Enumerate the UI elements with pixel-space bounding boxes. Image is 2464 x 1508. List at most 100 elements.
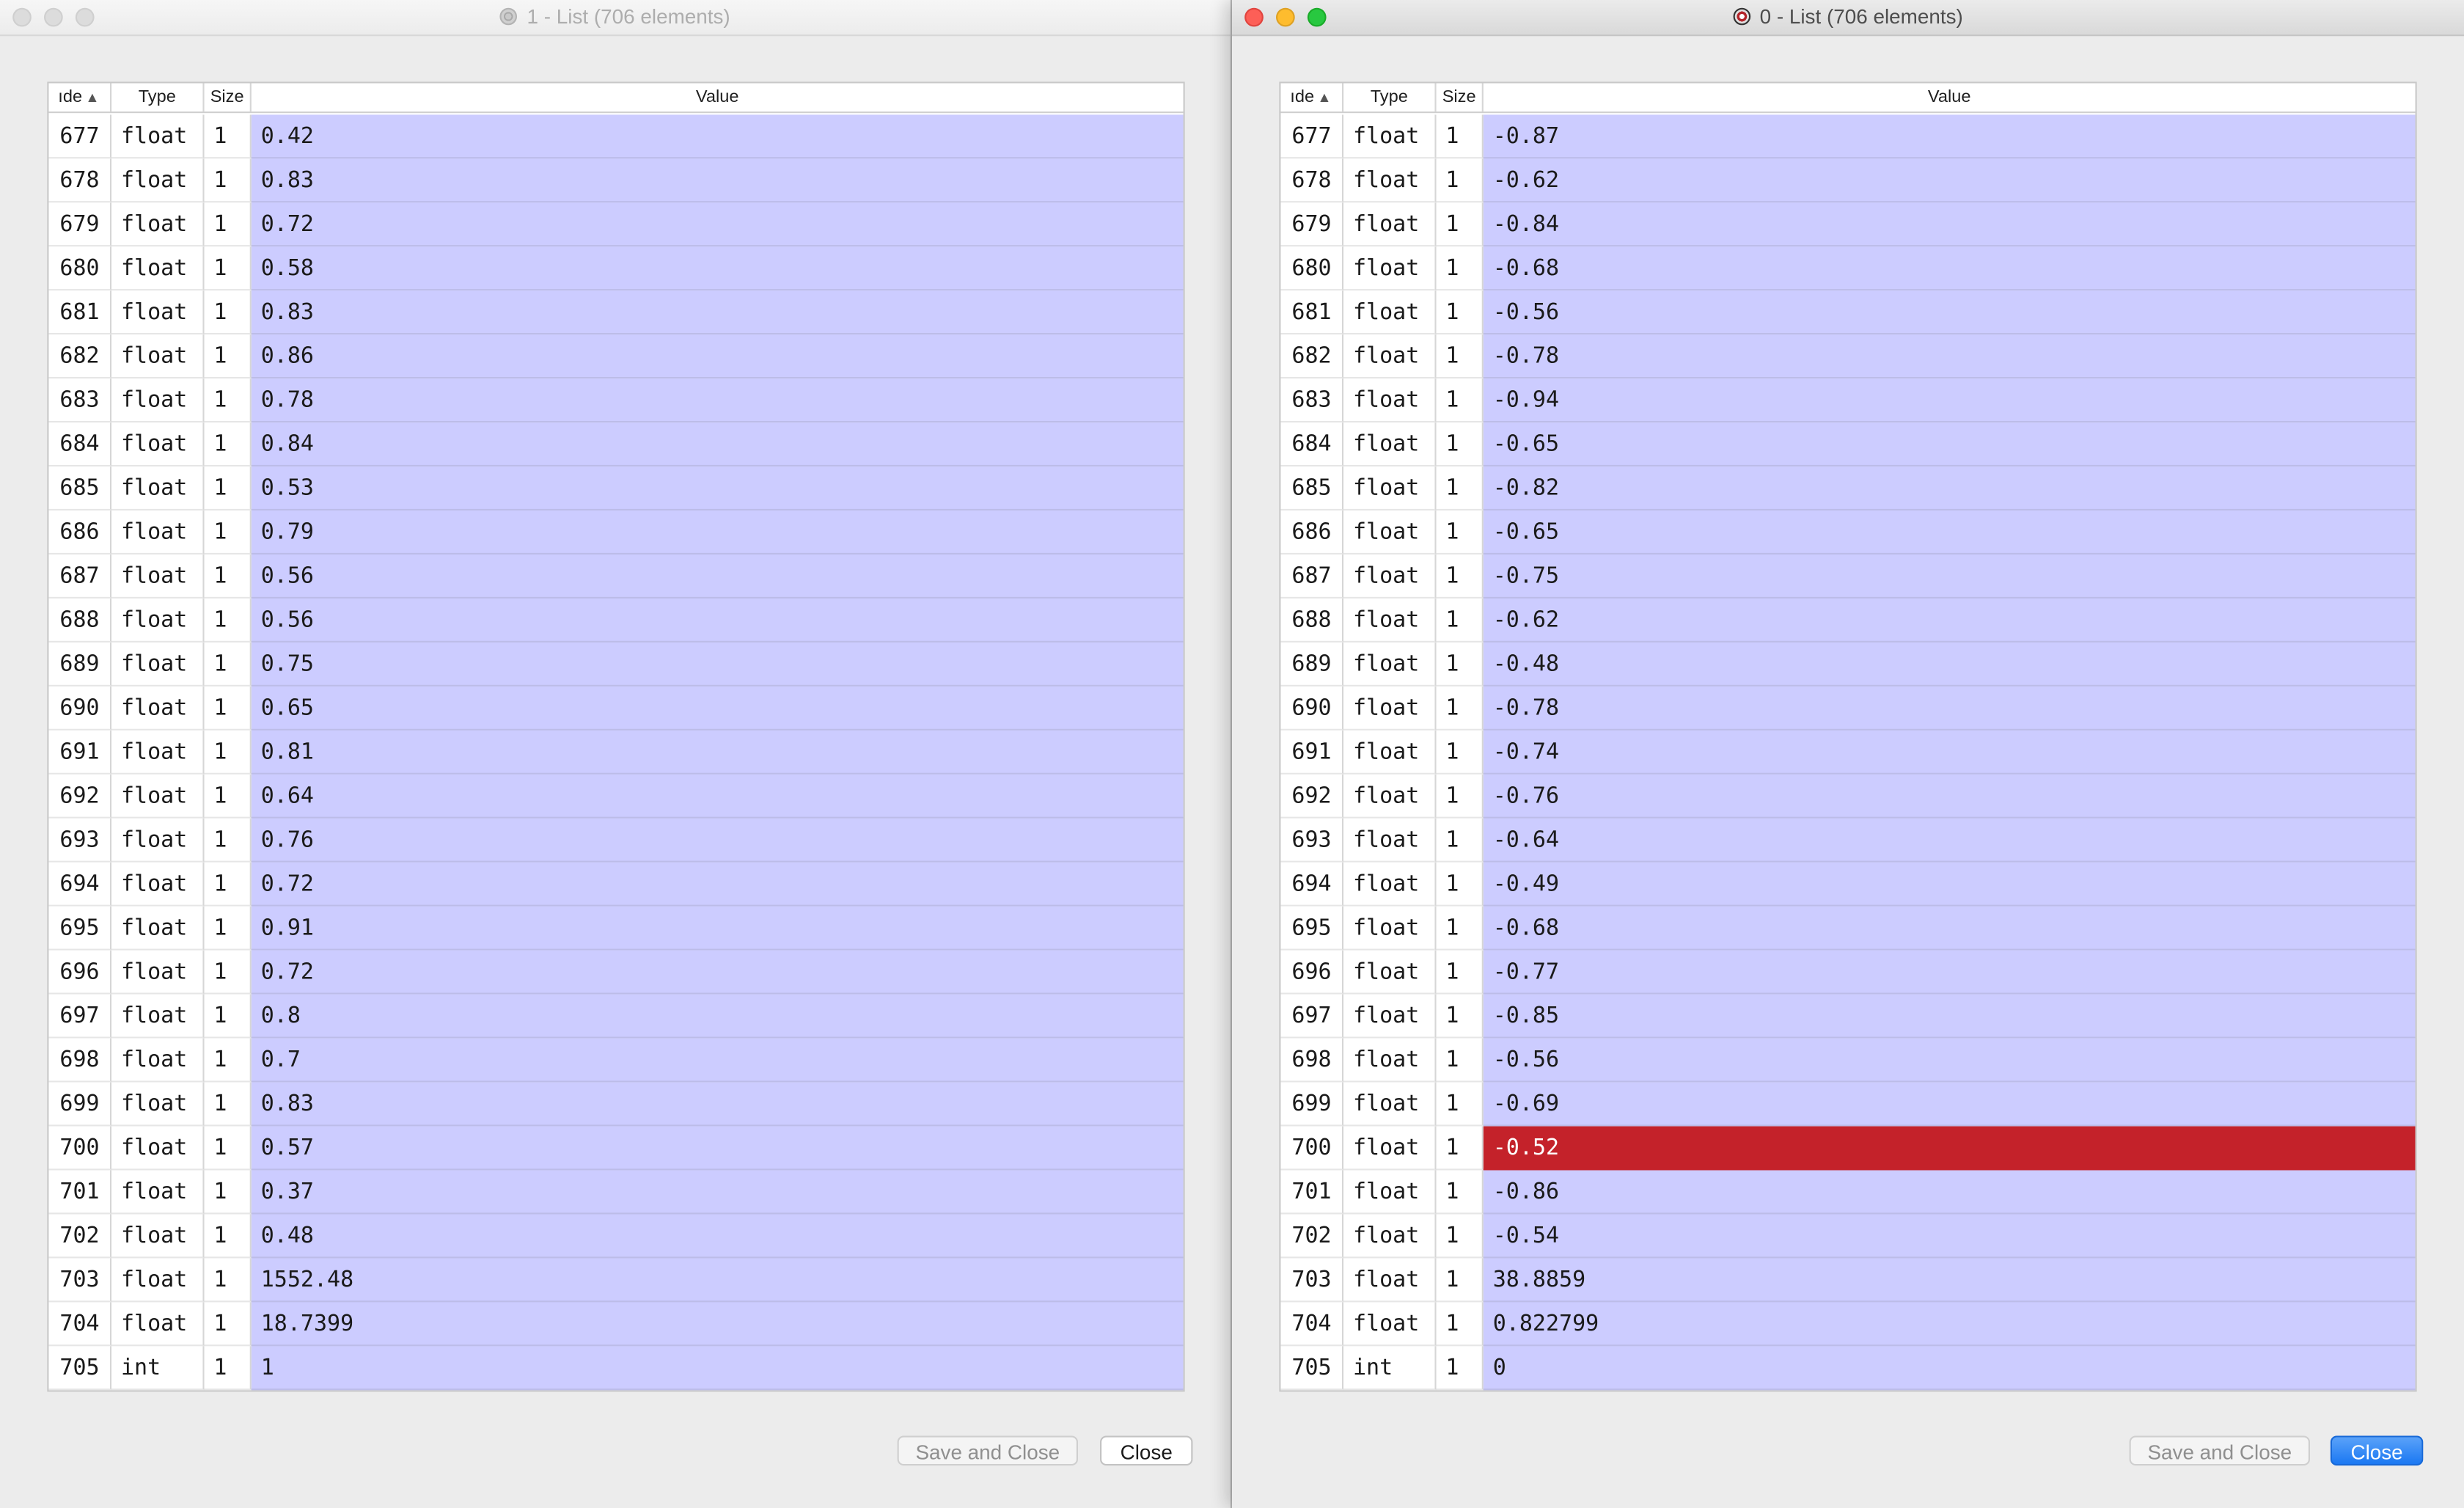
table-row[interactable]: 698 float 1 0.7 [48,1038,1184,1083]
close-button[interactable]: Close [1100,1435,1193,1466]
column-header-type[interactable]: Type [1343,83,1437,112]
table-row[interactable]: 705 int 1 1 [48,1346,1184,1391]
cell-value[interactable]: 0.84 [251,422,1184,467]
table-row[interactable]: 704 float 1 18.7399 [48,1302,1184,1347]
table-row[interactable]: 687 float 1 0.56 [48,554,1184,599]
cell-value[interactable]: -0.68 [1483,246,2416,291]
cell-value[interactable]: -0.62 [1483,598,2416,643]
table-row[interactable]: 702 float 1 0.48 [48,1214,1184,1259]
cell-value[interactable]: -0.85 [1483,994,2416,1039]
column-header-index[interactable]: ıde ▲ [1280,83,1344,112]
table-row[interactable]: 683 float 1 -0.94 [1280,378,2416,423]
cell-value[interactable]: 0.86 [251,334,1184,379]
cell-value[interactable]: -0.86 [1483,1170,2416,1215]
column-header-index[interactable]: ıde ▲ [48,83,112,112]
cell-value[interactable]: -0.65 [1483,510,2416,555]
cell-value[interactable]: 18.7399 [251,1302,1184,1347]
table-row[interactable]: 688 float 1 0.56 [48,598,1184,643]
cell-value[interactable]: 0.64 [251,774,1184,819]
title-bar[interactable]: 1 - List (706 elements) [0,0,1231,37]
cell-value[interactable]: 0.91 [251,906,1184,951]
cell-value[interactable]: 0.822799 [1483,1302,2416,1347]
table-row[interactable]: 699 float 1 -0.69 [1280,1082,2416,1127]
column-header-size[interactable]: Size [205,83,252,112]
table-row[interactable]: 705 int 1 0 [1280,1346,2416,1391]
cell-value[interactable]: 0.48 [251,1214,1184,1259]
cell-value[interactable]: -0.75 [1483,554,2416,599]
table-row[interactable]: 686 float 1 0.79 [48,510,1184,555]
table-row[interactable]: 681 float 1 -0.56 [1280,290,2416,335]
cell-value[interactable]: 0.8 [251,994,1184,1039]
table-row[interactable]: 680 float 1 0.58 [48,246,1184,291]
table-row[interactable]: 687 float 1 -0.75 [1280,554,2416,599]
table-row[interactable]: 677 float 1 0.42 [48,114,1184,159]
table-row[interactable]: 689 float 1 -0.48 [1280,642,2416,687]
table-row[interactable]: 694 float 1 0.72 [48,862,1184,907]
cell-value[interactable]: 0.81 [251,730,1184,775]
table-row[interactable]: 690 float 1 -0.78 [1280,686,2416,731]
table-row[interactable]: 684 float 1 0.84 [48,422,1184,467]
table-row[interactable]: 678 float 1 0.83 [48,158,1184,203]
table-row[interactable]: 693 float 1 -0.64 [1280,818,2416,863]
cell-value[interactable]: 0.58 [251,246,1184,291]
save-and-close-button[interactable]: Save and Close [2129,1435,2310,1466]
cell-value[interactable]: 0.37 [251,1170,1184,1215]
table-row[interactable]: 685 float 1 0.53 [48,466,1184,511]
table-row[interactable]: 695 float 1 0.91 [48,906,1184,951]
table-row[interactable]: 691 float 1 -0.74 [1280,730,2416,775]
table-row[interactable]: 702 float 1 -0.54 [1280,1214,2416,1259]
cell-value[interactable]: 0.56 [251,554,1184,599]
cell-value[interactable]: -0.74 [1483,730,2416,775]
cell-value[interactable]: 0.7 [251,1038,1184,1083]
table-row[interactable]: 701 float 1 0.37 [48,1170,1184,1215]
cell-value[interactable]: -0.87 [1483,114,2416,159]
table-row[interactable]: 700 float 1 0.57 [48,1126,1184,1171]
cell-value[interactable]: 38.8859 [1483,1258,2416,1303]
cell-value[interactable]: -0.48 [1483,642,2416,687]
table-row[interactable]: 695 float 1 -0.68 [1280,906,2416,951]
cell-value[interactable]: -0.78 [1483,686,2416,731]
cell-value[interactable]: 0.83 [251,1082,1184,1127]
cell-value[interactable]: 0.57 [251,1126,1184,1171]
cell-value[interactable]: -0.64 [1483,818,2416,863]
table-row[interactable]: 680 float 1 -0.68 [1280,246,2416,291]
cell-value[interactable]: -0.62 [1483,158,2416,203]
cell-value[interactable]: -0.65 [1483,422,2416,467]
table-row[interactable]: 703 float 1 38.8859 [1280,1258,2416,1303]
table-row[interactable]: 698 float 1 -0.56 [1280,1038,2416,1083]
cell-value[interactable]: 0.83 [251,158,1184,203]
cell-value[interactable]: 0.42 [251,114,1184,159]
cell-value[interactable]: -0.56 [1483,290,2416,335]
table-row[interactable]: 699 float 1 0.83 [48,1082,1184,1127]
table-row[interactable]: 694 float 1 -0.49 [1280,862,2416,907]
cell-value[interactable]: -0.68 [1483,906,2416,951]
cell-value[interactable]: 0.72 [251,202,1184,247]
cell-value[interactable]: -0.69 [1483,1082,2416,1127]
cell-value[interactable]: 0.72 [251,950,1184,995]
cell-value[interactable]: 0 [1483,1346,2416,1391]
table-row[interactable]: 700 float 1 -0.52 [1280,1126,2416,1171]
table-row[interactable]: 696 float 1 -0.77 [1280,950,2416,995]
table-row[interactable]: 684 float 1 -0.65 [1280,422,2416,467]
table-row[interactable]: 677 float 1 -0.87 [1280,114,2416,159]
cell-value[interactable]: 0.65 [251,686,1184,731]
table-row[interactable]: 685 float 1 -0.82 [1280,466,2416,511]
cell-value[interactable]: 0.75 [251,642,1184,687]
table-row[interactable]: 697 float 1 -0.85 [1280,994,2416,1039]
column-header-value[interactable]: Value [1484,84,2416,112]
cell-value[interactable]: 0.79 [251,510,1184,555]
cell-value[interactable]: -0.54 [1483,1214,2416,1259]
table-row[interactable]: 696 float 1 0.72 [48,950,1184,995]
cell-value[interactable]: -0.56 [1483,1038,2416,1083]
title-bar[interactable]: 0 - List (706 elements) [1232,0,2464,37]
table-row[interactable]: 690 float 1 0.65 [48,686,1184,731]
table-row[interactable]: 693 float 1 0.76 [48,818,1184,863]
table-row[interactable]: 679 float 1 0.72 [48,202,1184,247]
table-row[interactable]: 678 float 1 -0.62 [1280,158,2416,203]
table-row[interactable]: 689 float 1 0.75 [48,642,1184,687]
table-row[interactable]: 692 float 1 0.64 [48,774,1184,819]
cell-value[interactable]: -0.76 [1483,774,2416,819]
table-row[interactable]: 682 float 1 0.86 [48,334,1184,379]
cell-value[interactable]: -0.94 [1483,378,2416,423]
cell-value[interactable]: -0.84 [1483,202,2416,247]
